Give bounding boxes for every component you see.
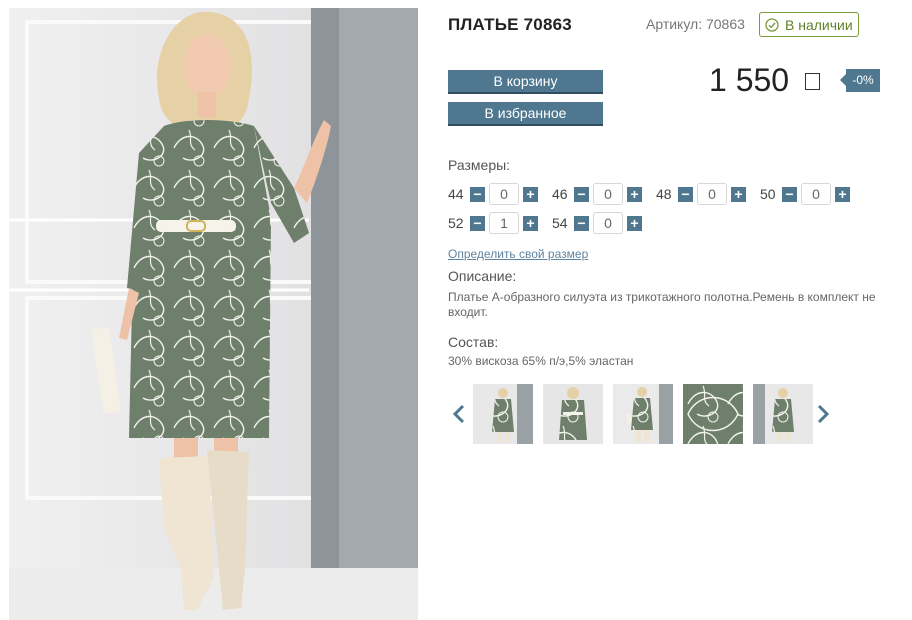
quantity-input[interactable] [593, 212, 623, 234]
size-number: 50 [760, 186, 776, 202]
description-label: Описание: [448, 268, 517, 284]
quantity-input[interactable] [489, 212, 519, 234]
size-control-48: 48 − + [656, 182, 746, 206]
discount-badge: -0% [840, 69, 880, 92]
gallery-thumbnail-1[interactable] [473, 384, 533, 444]
size-control-50: 50 − + [760, 182, 850, 206]
sizes-label: Размеры: [448, 157, 511, 173]
product-main-photo[interactable] [9, 8, 418, 620]
add-to-cart-button[interactable]: В корзину [448, 70, 603, 92]
minus-button[interactable]: − [574, 186, 589, 202]
stock-label: В наличии [785, 16, 853, 33]
check-circle-icon [765, 17, 779, 32]
gallery-thumbnail-3[interactable] [613, 384, 673, 444]
quantity-input[interactable] [801, 183, 831, 205]
gallery-thumbnail-5[interactable] [753, 384, 813, 444]
quantity-input[interactable] [489, 183, 519, 205]
plus-button[interactable]: + [627, 215, 642, 231]
stock-badge: В наличии [759, 12, 859, 37]
minus-button[interactable]: − [470, 215, 485, 231]
composition-label: Состав: [448, 334, 499, 350]
size-control-46: 46 − + [552, 182, 642, 206]
gallery-thumbnail-4[interactable] [683, 384, 743, 444]
plus-button[interactable]: + [731, 186, 746, 202]
size-number: 54 [552, 215, 568, 231]
size-control-44: 44 − + [448, 182, 538, 206]
description-text: Платье А-образного силуэта из трикотажно… [448, 290, 876, 319]
minus-button[interactable]: − [470, 186, 485, 202]
plus-button[interactable]: + [523, 186, 538, 202]
plus-button[interactable]: + [523, 215, 538, 231]
minus-button[interactable]: − [678, 186, 693, 202]
quantity-input[interactable] [697, 183, 727, 205]
chevron-left-icon[interactable] [452, 404, 466, 424]
gallery-thumbnails [448, 384, 840, 444]
currency-icon [805, 73, 820, 90]
minus-button[interactable]: − [782, 186, 797, 202]
size-control-54: 54 − + [552, 211, 642, 235]
size-number: 48 [656, 186, 672, 202]
product-article: Артикул: 70863 [646, 16, 745, 32]
price-value: 1 550 [709, 62, 790, 98]
size-number: 44 [448, 186, 464, 202]
minus-button[interactable]: − [574, 215, 589, 231]
product-title: ПЛАТЬЕ 70863 [448, 15, 572, 34]
chevron-right-icon[interactable] [816, 404, 830, 424]
plus-button[interactable]: + [835, 186, 850, 202]
gallery-thumbnail-2[interactable] [543, 384, 603, 444]
quantity-input[interactable] [593, 183, 623, 205]
size-number: 52 [448, 215, 464, 231]
size-guide-link[interactable]: Определить свой размер [448, 247, 588, 261]
composition-text: 30% вискоза 65% п/э,5% эластан [448, 354, 634, 368]
size-number: 46 [552, 186, 568, 202]
plus-button[interactable]: + [627, 186, 642, 202]
add-to-favorites-button[interactable]: В избранное [448, 102, 603, 124]
size-control-52: 52 − + [448, 211, 538, 235]
